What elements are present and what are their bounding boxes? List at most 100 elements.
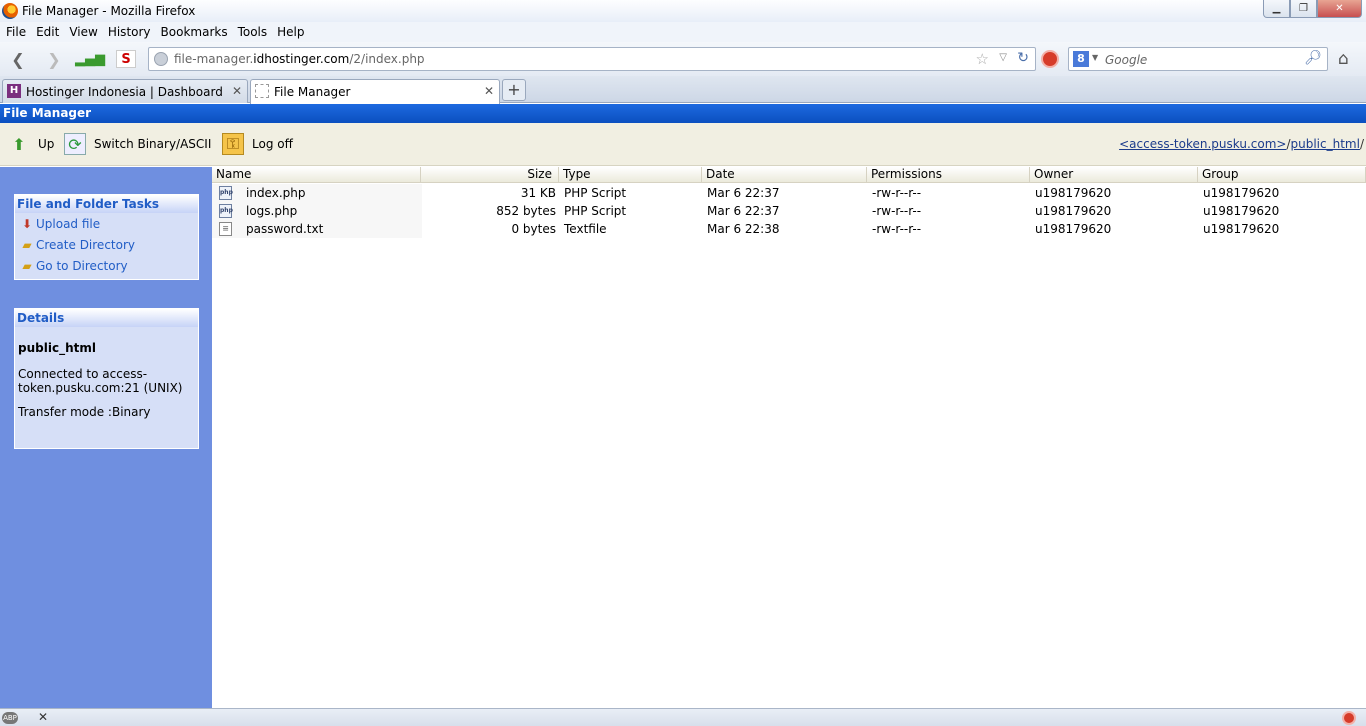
go-to-directory-link[interactable]: ▰ Go to Directory bbox=[15, 255, 198, 276]
tab-close-icon[interactable]: ✕ bbox=[484, 84, 494, 98]
seo-addon-icon[interactable]: S bbox=[116, 50, 136, 68]
home-icon[interactable]: ⌂ bbox=[1338, 49, 1349, 69]
php-file-icon: php bbox=[219, 204, 233, 218]
maximize-button[interactable]: ❐ bbox=[1290, 0, 1317, 18]
tab-file-manager[interactable]: File Manager ✕ bbox=[250, 79, 500, 104]
column-date[interactable]: Date bbox=[702, 167, 867, 183]
status-bar: ABP ✕ bbox=[0, 708, 1366, 726]
new-folder-icon: ▰ bbox=[22, 237, 32, 252]
signal-bars-icon[interactable]: ▂▄▆ bbox=[75, 50, 105, 68]
current-folder-name: public_html bbox=[18, 341, 96, 355]
tab-close-icon[interactable]: ✕ bbox=[232, 84, 242, 98]
blank-page-icon bbox=[255, 84, 269, 98]
switch-label: Switch Binary/ASCII bbox=[94, 137, 212, 151]
tab-label: File Manager bbox=[274, 85, 351, 99]
bookmark-star-icon[interactable]: ☆ bbox=[976, 50, 989, 68]
menu-bar: File Edit View History Bookmarks Tools H… bbox=[0, 22, 1366, 42]
search-input[interactable]: Google bbox=[1105, 53, 1147, 67]
firefox-logo-icon bbox=[2, 3, 18, 19]
column-group[interactable]: Group bbox=[1198, 167, 1366, 183]
logoff-label: Log off bbox=[252, 137, 293, 151]
close-window-button[interactable]: ✕ bbox=[1317, 0, 1362, 18]
window-title: File Manager - Mozilla Firefox bbox=[22, 4, 196, 18]
php-file-icon: php bbox=[219, 186, 233, 200]
file-owner: u198179620 bbox=[1035, 204, 1112, 218]
table-row[interactable]: php logs.php 852 bytes PHP Script Mar 6 … bbox=[212, 202, 1366, 220]
tab-label: Hostinger Indonesia | Dashboard bbox=[26, 85, 223, 99]
file-group: u198179620 bbox=[1203, 222, 1280, 236]
minimize-button[interactable]: ▁ bbox=[1263, 0, 1290, 18]
tab-hostinger-dashboard[interactable]: H Hostinger Indonesia | Dashboard ✕ bbox=[2, 79, 248, 103]
file-permissions: -rw-r--r-- bbox=[872, 222, 922, 236]
menu-help[interactable]: Help bbox=[277, 25, 304, 39]
breadcrumb-dir-link[interactable]: public_html bbox=[1291, 137, 1360, 151]
search-engine-dropdown-icon[interactable]: ▼ bbox=[1092, 53, 1098, 62]
file-name[interactable]: logs.php bbox=[246, 204, 297, 218]
file-manager-toolbar: ⬆ Up ⟳ Switch Binary/ASCII ⚿ Log off <ac… bbox=[0, 123, 1366, 166]
url-bar[interactable]: file-manager.idhostinger.com/2/index.php… bbox=[148, 47, 1036, 71]
menu-history[interactable]: History bbox=[108, 25, 151, 39]
file-name[interactable]: password.txt bbox=[246, 222, 323, 236]
search-bar[interactable]: 8 ▼ Google 🔎︎ bbox=[1068, 47, 1328, 71]
connection-info: Connected to access-token.pusku.com:21 (… bbox=[18, 367, 183, 395]
sidebar: File and Folder Tasks ⬇ Upload file ▰ Cr… bbox=[0, 167, 212, 708]
file-date: Mar 6 22:37 bbox=[707, 204, 780, 218]
adblock-icon[interactable] bbox=[1041, 50, 1059, 68]
tasks-panel: File and Folder Tasks ⬇ Upload file ▰ Cr… bbox=[14, 194, 199, 280]
app-header: File Manager bbox=[0, 104, 1366, 123]
url-dropdown-icon[interactable]: ▽ bbox=[999, 52, 1007, 63]
url-text[interactable]: file-manager.idhostinger.com/2/index.php bbox=[174, 52, 425, 66]
table-row[interactable]: php index.php 31 KB PHP Script Mar 6 22:… bbox=[212, 184, 1366, 202]
file-name[interactable]: index.php bbox=[246, 186, 305, 200]
search-engine-icon[interactable]: 8 bbox=[1073, 51, 1089, 67]
column-owner[interactable]: Owner bbox=[1030, 167, 1198, 183]
log-off-button[interactable]: ⚿ Log off bbox=[222, 133, 293, 155]
window-titlebar: File Manager - Mozilla Firefox ▁ ❐ ✕ bbox=[0, 0, 1366, 22]
create-directory-link[interactable]: ▰ Create Directory bbox=[15, 234, 198, 255]
file-permissions: -rw-r--r-- bbox=[872, 204, 922, 218]
menu-tools[interactable]: Tools bbox=[238, 25, 268, 39]
menu-edit[interactable]: Edit bbox=[36, 25, 59, 39]
tasks-panel-title: File and Folder Tasks bbox=[15, 195, 198, 213]
adblock-status-icon[interactable] bbox=[1342, 711, 1356, 725]
up-button[interactable]: ⬆ Up bbox=[8, 133, 54, 155]
menu-bookmarks[interactable]: Bookmarks bbox=[161, 25, 228, 39]
file-type: PHP Script bbox=[564, 204, 627, 218]
key-icon: ⚿ bbox=[222, 133, 244, 155]
breadcrumb: <access-token.pusku.com>/public_html/ bbox=[1119, 137, 1364, 151]
breadcrumb-host-link[interactable]: <access-token.pusku.com> bbox=[1119, 137, 1286, 151]
file-size: 0 bytes bbox=[511, 222, 556, 236]
file-permissions: -rw-r--r-- bbox=[872, 186, 922, 200]
file-size: 852 bytes bbox=[496, 204, 556, 218]
reload-icon[interactable]: ↻ bbox=[1017, 50, 1029, 66]
file-size: 31 KB bbox=[520, 186, 556, 200]
menu-file[interactable]: File bbox=[6, 25, 26, 39]
file-group: u198179620 bbox=[1203, 204, 1280, 218]
details-panel: Details public_html Connected to access-… bbox=[14, 308, 199, 449]
column-type[interactable]: Type bbox=[559, 167, 702, 183]
file-group: u198179620 bbox=[1203, 186, 1280, 200]
file-type: Textfile bbox=[564, 222, 607, 236]
upload-icon: ⬇ bbox=[21, 216, 33, 231]
file-owner: u198179620 bbox=[1035, 186, 1112, 200]
back-arrow-icon[interactable]: ❮ bbox=[8, 50, 28, 69]
table-row[interactable]: ≡ password.txt 0 bytes Textfile Mar 6 22… bbox=[212, 220, 1366, 238]
forward-arrow-icon[interactable]: ❯ bbox=[44, 50, 64, 69]
abp-status-icon[interactable]: ABP bbox=[2, 712, 18, 724]
globe-icon bbox=[154, 52, 168, 66]
transfer-mode: Transfer mode :Binary bbox=[18, 405, 151, 419]
search-icon[interactable]: 🔎︎ bbox=[1304, 50, 1322, 66]
column-name[interactable]: Name bbox=[212, 167, 421, 183]
hostinger-logo-icon: H bbox=[7, 84, 21, 98]
file-date: Mar 6 22:37 bbox=[707, 186, 780, 200]
switch-binary-ascii-button[interactable]: ⟳ Switch Binary/ASCII bbox=[64, 133, 211, 155]
up-arrow-icon: ⬆ bbox=[12, 134, 26, 154]
close-addon-bar-icon[interactable]: ✕ bbox=[38, 710, 48, 724]
upload-file-link[interactable]: ⬇ Upload file bbox=[15, 213, 198, 234]
file-owner: u198179620 bbox=[1035, 222, 1112, 236]
folder-go-icon: ▰ bbox=[22, 258, 32, 273]
new-tab-button[interactable]: + bbox=[502, 79, 526, 101]
column-permissions[interactable]: Permissions bbox=[867, 167, 1030, 183]
column-size[interactable]: Size bbox=[421, 167, 559, 183]
menu-view[interactable]: View bbox=[69, 25, 97, 39]
